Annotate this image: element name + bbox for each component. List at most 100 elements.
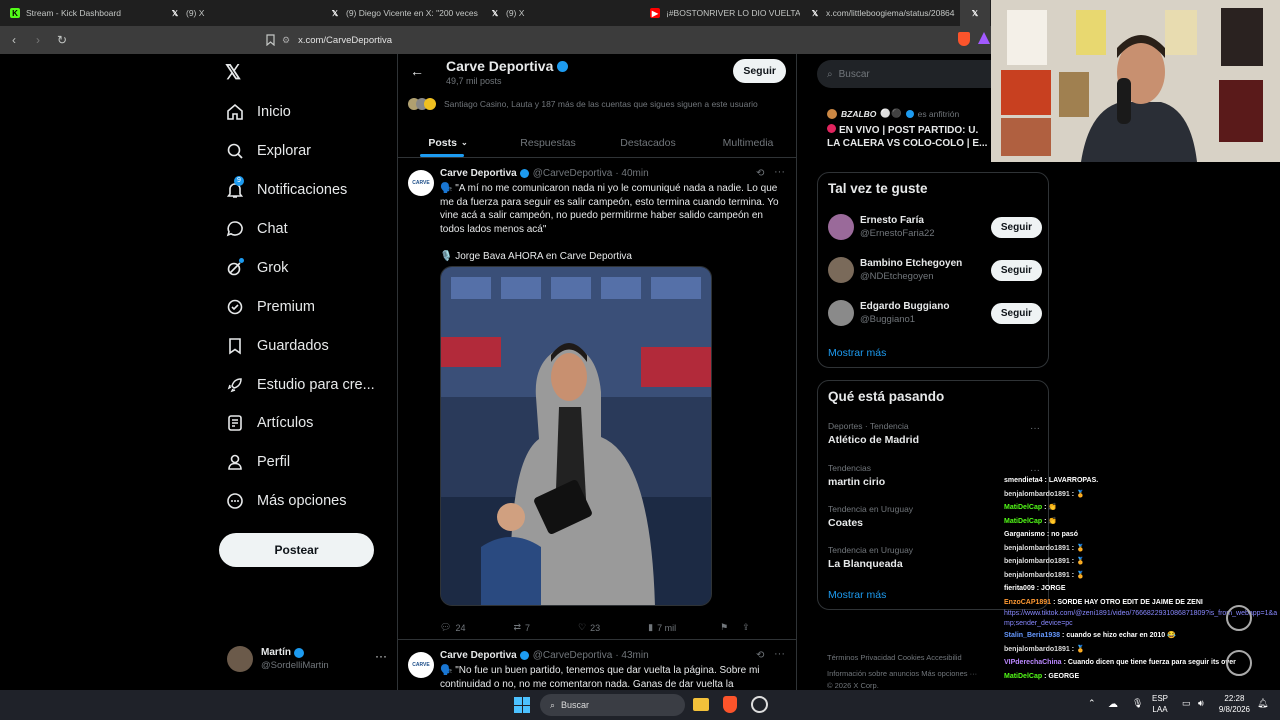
brave-browser-icon[interactable] <box>723 696 737 713</box>
address-bar[interactable]: ⚙ x.com/CarveDeportiva <box>282 30 992 50</box>
input-language[interactable]: ESP LAA <box>1152 693 1168 715</box>
chat-username[interactable]: VIPderechaChina <box>1004 659 1062 666</box>
overlay-action-icon[interactable] <box>1226 605 1252 631</box>
reload-icon[interactable]: ↻ <box>52 30 72 50</box>
chat-username[interactable]: MatiDelCap <box>1004 504 1042 511</box>
chat-username[interactable]: benjalombardo1891 <box>1004 545 1070 552</box>
browser-tab-active[interactable]: 𝕏 <box>960 0 990 26</box>
nav-profile[interactable]: Perfil <box>225 444 290 480</box>
account-switcher[interactable]: Martín @SordelliMartin ··· <box>227 643 397 675</box>
back-icon[interactable]: ‹ <box>4 30 24 50</box>
nav-explore[interactable]: Explorar <box>225 133 311 169</box>
chat-username[interactable]: EnzoCAP1891 <box>1004 599 1051 606</box>
more-dots-icon[interactable]: ··· <box>774 648 785 660</box>
grok-icon[interactable]: ⟲ <box>756 650 764 661</box>
chat-username[interactable]: MatiDelCap <box>1004 673 1042 680</box>
suggestion-item[interactable]: Edgardo Buggiano @Buggiano1 Seguir <box>828 297 1042 329</box>
rewards-icon[interactable] <box>978 32 990 44</box>
nav-chat[interactable]: Chat <box>225 211 288 247</box>
share-button[interactable]: ⇪ <box>742 622 750 633</box>
chat-username[interactable]: fierita009 <box>1004 585 1035 592</box>
show-more-link[interactable]: Mostrar más <box>828 589 886 601</box>
article-icon <box>225 413 245 433</box>
chat-username[interactable]: Stalin_Beria1938 <box>1004 632 1060 639</box>
x-logo-icon[interactable]: 𝕏 <box>225 60 241 85</box>
clock[interactable]: 22:28 9/8/2026 <box>1219 693 1250 715</box>
chat-text: 🏅 <box>1076 490 1085 498</box>
browser-tab[interactable]: 𝕏 (9) X <box>480 0 640 26</box>
tab-highlights[interactable]: Destacados <box>598 128 698 157</box>
chat-username[interactable]: benjalombardo1891 <box>1004 491 1070 498</box>
grok-icon[interactable]: ⟲ <box>756 168 764 179</box>
verified-icon <box>294 647 304 658</box>
more-dots-icon[interactable]: ··· <box>774 166 785 178</box>
site-info-icon[interactable]: ⚙ <box>282 35 290 46</box>
chat-username[interactable]: MatiDelCap <box>1004 518 1042 525</box>
search-icon <box>225 141 245 161</box>
volume-icon[interactable]: 🔊︎ <box>1198 698 1204 709</box>
follow-button[interactable]: Seguir <box>990 260 1042 281</box>
tweet[interactable]: CARVE Carve Deportiva @CarveDeportiva · … <box>398 166 796 640</box>
brave-shield-icon[interactable] <box>958 32 970 46</box>
bookmark-page-icon[interactable] <box>260 30 280 50</box>
tweet-avatar[interactable]: CARVE <box>408 652 434 678</box>
file-explorer-icon[interactable] <box>693 698 709 711</box>
tab-posts[interactable]: Posts ⌄ <box>398 128 498 157</box>
more-dots-icon[interactable]: ··· <box>1030 423 1040 434</box>
suggestion-item[interactable]: Ernesto Faría @ErnestoFaria22 Seguir <box>828 211 1042 243</box>
taskbar-search[interactable]: ⌕ Buscar <box>540 694 685 716</box>
follow-button[interactable]: Seguir <box>733 59 786 83</box>
nav-notifications[interactable]: 9 Notificaciones <box>225 172 347 208</box>
bookmark-button[interactable]: ⚑ <box>720 622 728 633</box>
browser-tab[interactable]: 𝕏 (9) Diego Vicente en X: "200 veces <box>320 0 480 26</box>
webcam-overlay <box>991 0 1280 162</box>
browser-tab[interactable]: 𝕏x.com/littleboogiema/status/20864 <box>800 0 960 26</box>
verified-icon <box>519 651 529 660</box>
tray-chevron-icon[interactable]: ⌃ <box>1088 698 1096 709</box>
tweet-avatar[interactable]: CARVE <box>408 170 434 196</box>
post-button[interactable]: Postear <box>219 533 374 567</box>
browser-tab[interactable]: ▶ ¡#BOSTONRIVER LO DIO VUELTA en <box>640 0 800 26</box>
network-icon[interactable]: ▭ <box>1182 698 1191 709</box>
nav-articles[interactable]: Artículos <box>225 405 313 441</box>
notification-center-icon[interactable]: 🔔︎ <box>1257 698 1268 709</box>
retweet-button[interactable]: ⇄ 7 <box>513 622 530 633</box>
nav-premium[interactable]: Premium <box>225 289 315 325</box>
forward-icon[interactable]: › <box>28 30 48 50</box>
tweet-image[interactable] <box>440 266 712 606</box>
tab-replies[interactable]: Respuestas <box>498 128 598 157</box>
chat-username[interactable]: smendieta4 <box>1004 477 1043 484</box>
chat-username[interactable]: Garganismo <box>1004 531 1045 538</box>
chat-username[interactable]: benjalombardo1891 <box>1004 646 1070 653</box>
nav-grok[interactable]: Grok <box>225 250 288 286</box>
nav-bookmarks[interactable]: Guardados <box>225 328 329 364</box>
chat-username[interactable]: benjalombardo1891 <box>1004 558 1070 565</box>
webcam-image <box>991 0 1280 162</box>
nav-more[interactable]: Más opciones <box>225 483 346 519</box>
windows-start-icon[interactable] <box>514 697 530 713</box>
overlay-chat-icon[interactable] <box>1226 650 1252 676</box>
back-arrow-icon[interactable]: ← <box>410 63 424 79</box>
browser-tab[interactable]: 𝕏 (9) X <box>160 0 320 26</box>
reply-button[interactable]: 💬︎ 24 <box>440 622 465 633</box>
onedrive-icon[interactable]: ☁ <box>1108 699 1118 710</box>
follow-button[interactable]: Seguir <box>990 303 1042 324</box>
person-icon <box>225 452 245 472</box>
nav-creator-studio[interactable]: Estudio para cre... <box>225 367 375 403</box>
suggestion-item[interactable]: Bambino Etchegoyen @NDEtchegoyen Seguir <box>828 254 1042 286</box>
nav-home[interactable]: Inicio <box>225 94 291 130</box>
show-more-link[interactable]: Mostrar más <box>828 347 886 359</box>
chat-message: Garganismo: no pasó <box>1004 531 1078 538</box>
follow-button[interactable]: Seguir <box>990 217 1042 238</box>
obs-icon[interactable] <box>751 696 768 713</box>
avatar <box>227 646 253 672</box>
mic-icon[interactable]: 🎙︎ <box>1132 698 1143 709</box>
tab-media[interactable]: Multimedia <box>698 128 796 157</box>
followers-you-know[interactable]: Santiago Casino, Lauta y 187 más de las … <box>408 98 758 110</box>
more-dots-icon[interactable]: ··· <box>375 649 387 663</box>
views-button[interactable]: ▮ 7 mil <box>648 622 676 633</box>
browser-tab[interactable]: K Stream - Kick Dashboard <box>0 0 160 26</box>
trend-item[interactable]: Deportes · Tendencia Atlético de Madrid ·… <box>828 421 1040 446</box>
like-button[interactable]: ♡ 23 <box>578 622 600 633</box>
chat-username[interactable]: benjalombardo1891 <box>1004 572 1070 579</box>
